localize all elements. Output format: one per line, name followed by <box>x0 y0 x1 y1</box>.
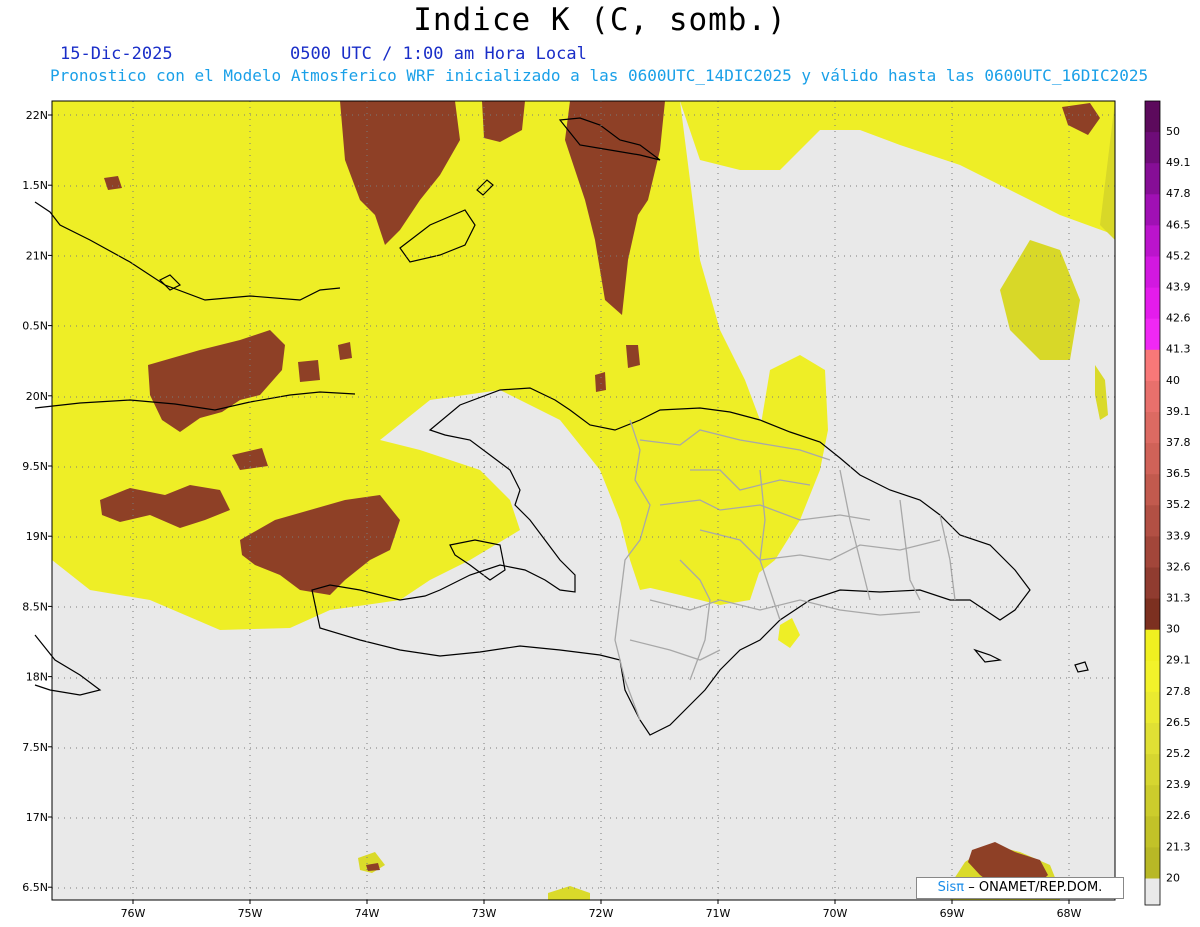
credit-box: Sisπ – ONAMET/REP.DOM. <box>916 877 1124 899</box>
lat-tick-label: 17N <box>26 811 48 824</box>
colorbar-segment <box>1145 287 1160 320</box>
colorbar-segment <box>1145 816 1160 848</box>
colorbar-segment <box>1145 723 1160 755</box>
colorbar-tick-label: 29.1 <box>1166 654 1191 667</box>
lat-tick-label: 9.5N <box>22 460 48 473</box>
colorbar-segment <box>1145 443 1160 475</box>
colorbar-tick-label: 27.8 <box>1166 685 1191 698</box>
colorbar-tick-label: 23.9 <box>1166 778 1191 791</box>
colorbar-tick-label: 33.9 <box>1166 529 1191 542</box>
colorbar-segment <box>1145 225 1160 257</box>
colorbar-tick-label: 45.2 <box>1166 249 1191 262</box>
lat-tick-label: 8.5N <box>22 600 48 613</box>
lat-tick-label: 19N <box>26 530 48 543</box>
colorbar-tick-label: 21.3 <box>1166 840 1191 853</box>
colorbar-segment <box>1145 318 1160 351</box>
lon-tick-label: 76W <box>121 907 146 920</box>
lat-tick-label: 7.5N <box>22 741 48 754</box>
colorbar: 50 49.1 47.8 46.5 45.2 43.9 42.6 41.3 40 39.1 37.8… <box>1144 100 1191 906</box>
colorbar-tick-label: 25.2 <box>1166 747 1191 760</box>
lon-tick-label: 71W <box>706 907 731 920</box>
lon-tick-label: 70W <box>823 907 848 920</box>
colorbar-tick-label: 26.5 <box>1166 716 1191 729</box>
colorbar-tick-label: 47.8 <box>1166 187 1191 200</box>
colorbar-tick-label: 46.5 <box>1166 218 1191 231</box>
colorbar-segment <box>1145 194 1160 226</box>
longitude-axis: 76W 75W 74W 73W 72W 71W 70W 69W 68W <box>121 900 1082 920</box>
lon-tick-label: 75W <box>238 907 263 920</box>
colorbar-tick-label: 50 <box>1166 125 1180 138</box>
colorbar-segment <box>1145 598 1160 631</box>
colorbar-segment <box>1145 412 1160 444</box>
lat-tick-label: 21N <box>26 249 48 262</box>
colorbar-segment <box>1145 505 1160 537</box>
credit-sis: Sisπ <box>937 880 965 895</box>
credit-text: – ONAMET/REP.DOM. <box>968 880 1103 895</box>
colorbar-tick-label: 41.3 <box>1166 343 1191 356</box>
lon-tick-label: 73W <box>472 907 497 920</box>
colorbar-segment <box>1145 754 1160 786</box>
lat-tick-label: 18N <box>26 671 48 684</box>
colorbar-segment <box>1145 847 1160 879</box>
k-index-map: 22N 1.5N 21N 0.5N 20N 9.5N 19N 8.5N 18N 7.5N 17N 6.… <box>22 100 1191 920</box>
lat-tick-label: 20N <box>26 390 48 403</box>
colorbar-segment <box>1145 101 1160 133</box>
lat-tick-label: 6.5N <box>22 881 48 894</box>
colorbar-segment <box>1145 474 1160 506</box>
colorbar-tick-label: 30 <box>1166 623 1180 636</box>
colorbar-tick-label: 49.1 <box>1166 156 1191 169</box>
colorbar-segment <box>1145 349 1160 382</box>
colorbar-segment <box>1145 629 1160 662</box>
colorbar-tick-label: 35.2 <box>1166 498 1191 511</box>
lon-tick-label: 72W <box>589 907 614 920</box>
colorbar-tick-label: 37.8 <box>1166 436 1191 449</box>
colorbar-segment <box>1145 785 1160 817</box>
colorbar-tick-label: 43.9 <box>1166 281 1191 294</box>
colorbar-segment <box>1145 380 1160 413</box>
colorbar-tick-label: 39.1 <box>1166 405 1191 418</box>
lat-tick-label: 0.5N <box>22 320 48 333</box>
colorbar-tick-label: 40 <box>1166 374 1180 387</box>
colorbar-segment <box>1145 163 1160 195</box>
colorbar-tick-label: 22.6 <box>1166 809 1191 822</box>
colorbar-segment <box>1145 660 1160 693</box>
colorbar-tick-label: 36.5 <box>1166 467 1191 480</box>
colorbar-tick-label: 20 <box>1166 871 1180 884</box>
lat-tick-label: 1.5N <box>22 179 48 192</box>
colorbar-segment <box>1145 132 1160 164</box>
lon-tick-label: 74W <box>355 907 380 920</box>
colorbar-tick-label: 32.6 <box>1166 560 1191 573</box>
colorbar-tick-label: 42.6 <box>1166 312 1191 325</box>
colorbar-segment <box>1145 691 1160 724</box>
lon-tick-label: 68W <box>1057 907 1082 920</box>
colorbar-segment <box>1145 256 1160 289</box>
colorbar-segment-low <box>1145 878 1160 905</box>
lat-tick-label: 22N <box>26 109 48 122</box>
colorbar-segment <box>1145 536 1160 568</box>
colorbar-tick-label: 31.3 <box>1166 592 1191 605</box>
colorbar-segment <box>1145 567 1160 600</box>
lon-tick-label: 69W <box>940 907 965 920</box>
latitude-axis: 22N 1.5N 21N 0.5N 20N 9.5N 19N 8.5N 18N 7.5N 17N 6.… <box>22 109 52 894</box>
